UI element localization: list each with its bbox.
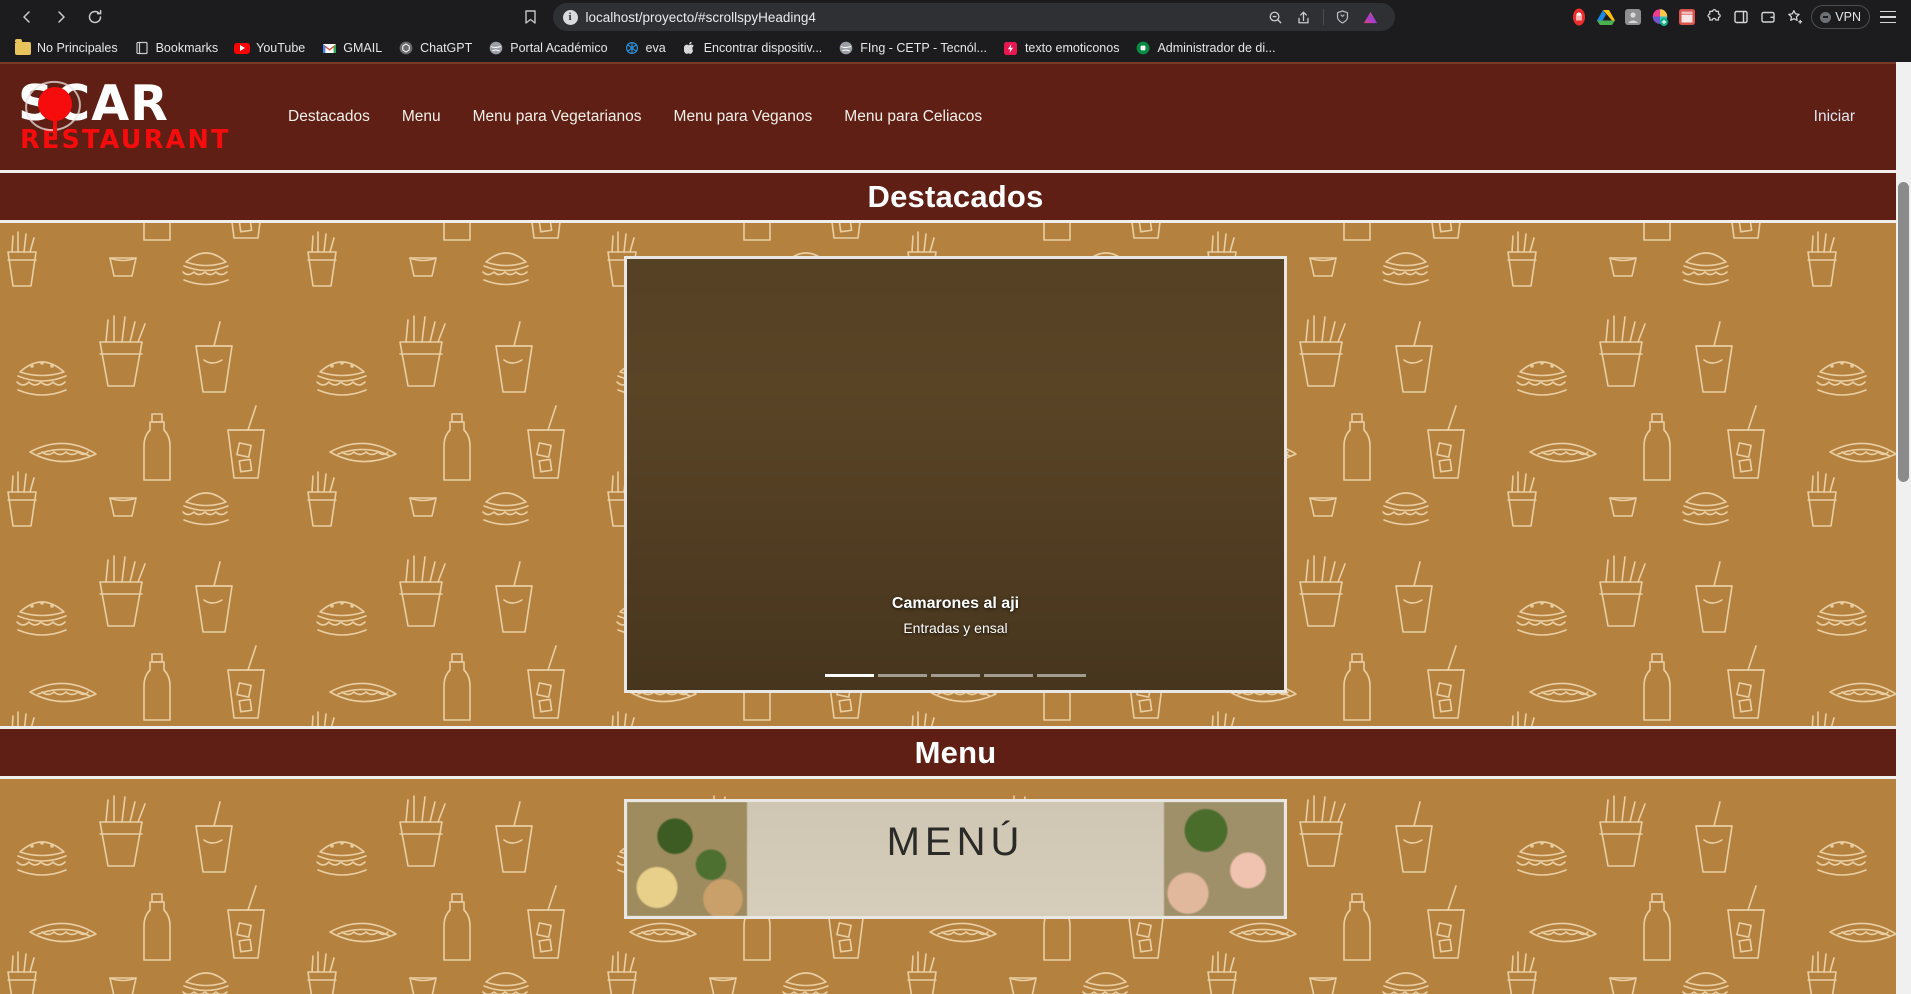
apple-icon bbox=[682, 40, 698, 56]
nav-link-menu-vegetarianos[interactable]: Menu para Vegetarianos bbox=[457, 100, 658, 134]
site-info-icon[interactable]: i bbox=[562, 9, 578, 25]
browser-extensions: VPN bbox=[1568, 4, 1903, 30]
sidebar-icon[interactable] bbox=[1730, 6, 1752, 28]
brave-shields-icon[interactable] bbox=[1331, 5, 1355, 29]
bookmark-label: No Principales bbox=[37, 41, 118, 55]
logo-text-restaurant: RESTAURANT bbox=[20, 124, 231, 155]
scrollbar-thumb[interactable] bbox=[1898, 182, 1909, 482]
bookmark-item-fing-cetp[interactable]: FIng - CETP - Tecnól... bbox=[831, 37, 994, 59]
share-icon[interactable] bbox=[1292, 5, 1316, 29]
bookmarks-bar: No Principales Bookmarks YouTube GMAIL C… bbox=[0, 34, 1911, 62]
bookmark-item-texto-emoticonos[interactable]: texto emoticonos bbox=[996, 37, 1127, 59]
bookmark-item-gmail[interactable]: GMAIL bbox=[314, 37, 389, 59]
zoom-out-icon[interactable] bbox=[1264, 5, 1288, 29]
globe-icon bbox=[838, 40, 854, 56]
divider bbox=[1322, 9, 1324, 25]
address-bar[interactable]: i localhost/proyecto/#scrollspyHeading4 bbox=[552, 3, 1395, 31]
page-scrollbar[interactable] bbox=[1896, 62, 1911, 994]
favorites-icon[interactable] bbox=[1784, 6, 1806, 28]
browser-toolbar: i localhost/proyecto/#scrollspyHeading4 bbox=[0, 0, 1911, 34]
url-text: localhost/proyecto/#scrollspyHeading4 bbox=[585, 9, 816, 25]
bookmark-label: GMAIL bbox=[343, 41, 383, 55]
chrome-store-icon[interactable] bbox=[1676, 6, 1698, 28]
bookmark-label: Encontrar dispositiv... bbox=[703, 41, 823, 55]
chatgpt-icon bbox=[398, 40, 414, 56]
bookmark-label: YouTube bbox=[256, 41, 306, 55]
device-manager-icon bbox=[1135, 40, 1151, 56]
bookmark-item-encontrar-dispositivo[interactable]: Encontrar dispositiv... bbox=[675, 37, 830, 59]
bookmark-item-portal-academico[interactable]: Portal Académico bbox=[481, 37, 614, 59]
carousel-slide-subtitle: Entradas y ensal bbox=[903, 620, 1008, 636]
gmail-icon bbox=[321, 40, 337, 56]
address-bar-container: i localhost/proyecto/#scrollspyHeading4 bbox=[517, 3, 1395, 31]
nav-link-menu[interactable]: Menu bbox=[386, 100, 457, 134]
bookmark-label: Portal Académico bbox=[510, 41, 608, 55]
featured-carousel[interactable]: Camarones al aji Entradas y ensal bbox=[624, 256, 1287, 693]
wallet-icon[interactable] bbox=[1757, 6, 1779, 28]
puzzle-extension-icon[interactable] bbox=[1703, 6, 1725, 28]
bookmark-label: Bookmarks bbox=[155, 41, 219, 55]
bookmark-item-administrador-dispositivos[interactable]: Administrador de di... bbox=[1128, 37, 1282, 59]
bookmark-item-no-principales[interactable]: No Principales bbox=[8, 37, 125, 59]
google-drive-icon[interactable] bbox=[1595, 6, 1617, 28]
section-heading-menu: Menu bbox=[0, 726, 1911, 779]
book-icon bbox=[134, 40, 150, 56]
eva-icon bbox=[624, 40, 640, 56]
back-icon[interactable] bbox=[12, 3, 42, 31]
color-picker-icon[interactable] bbox=[1649, 6, 1671, 28]
carousel-indicators bbox=[627, 674, 1284, 677]
omnibox-actions bbox=[1264, 5, 1385, 29]
forward-icon[interactable] bbox=[46, 3, 76, 31]
carousel-indicator-1[interactable] bbox=[825, 674, 874, 677]
folder-icon bbox=[15, 38, 31, 56]
site-logo[interactable]: SCAR RESTAURANT bbox=[14, 71, 248, 163]
vpn-button[interactable]: VPN bbox=[1811, 5, 1870, 29]
page-background: SCAR RESTAURANT Destacados Menu Menu par… bbox=[0, 62, 1911, 994]
bookmark-item-bookmarks[interactable]: Bookmarks bbox=[127, 37, 226, 59]
carousel-indicator-4[interactable] bbox=[984, 674, 1033, 677]
bookmark-label: Administrador de di... bbox=[1157, 41, 1276, 55]
menu-image-card[interactable]: MENÚ bbox=[624, 799, 1287, 919]
vpn-toggle-icon bbox=[1820, 11, 1832, 23]
site-nav-links: Destacados Menu Menu para Vegetarianos M… bbox=[272, 100, 998, 134]
bookmark-icon[interactable] bbox=[517, 4, 545, 30]
brave-rewards-icon[interactable] bbox=[1568, 6, 1590, 28]
carousel-section: Camarones al aji Entradas y ensal bbox=[0, 223, 1911, 726]
globe-icon bbox=[488, 40, 504, 56]
brave-leo-icon[interactable] bbox=[1359, 5, 1383, 29]
carousel-indicator-3[interactable] bbox=[931, 674, 980, 677]
login-link[interactable]: Iniciar bbox=[1798, 100, 1871, 133]
nav-link-menu-veganos[interactable]: Menu para Veganos bbox=[658, 100, 829, 134]
youtube-icon bbox=[234, 40, 251, 56]
navigation-buttons bbox=[12, 3, 110, 31]
site-nav-right: Iniciar bbox=[1798, 108, 1911, 126]
carousel-slide-title: Camarones al aji bbox=[891, 595, 1020, 612]
carousel-indicator-5[interactable] bbox=[1037, 674, 1086, 677]
menu-section: MENÚ bbox=[0, 779, 1911, 919]
logo-stem-icon bbox=[53, 115, 57, 139]
nav-link-menu-celiacos[interactable]: Menu para Celiacos bbox=[828, 100, 998, 134]
bookmark-item-chatgpt[interactable]: ChatGPT bbox=[391, 37, 479, 59]
bookmark-label: ChatGPT bbox=[420, 41, 473, 55]
lightning-icon bbox=[1003, 40, 1019, 56]
nav-link-destacados[interactable]: Destacados bbox=[272, 100, 386, 134]
page-viewport: SCAR RESTAURANT Destacados Menu Menu par… bbox=[0, 62, 1911, 994]
carousel-indicator-2[interactable] bbox=[878, 674, 927, 677]
carousel-caption: Camarones al aji Entradas y ensal bbox=[627, 595, 1284, 636]
bookmark-label: FIng - CETP - Tecnól... bbox=[860, 41, 987, 55]
hamburger-menu-icon[interactable] bbox=[1875, 4, 1901, 30]
reload-icon[interactable] bbox=[80, 3, 110, 31]
section-heading-destacados: Destacados bbox=[0, 170, 1911, 223]
bookmark-label: texto emoticonos bbox=[1024, 41, 1120, 55]
site-navbar: SCAR RESTAURANT Destacados Menu Menu par… bbox=[0, 62, 1911, 170]
bookmark-item-eva[interactable]: eva bbox=[617, 37, 673, 59]
bookmark-label: eva bbox=[645, 41, 666, 55]
greyed-extension-icon[interactable] bbox=[1622, 6, 1644, 28]
bookmark-item-youtube[interactable]: YouTube bbox=[227, 37, 312, 59]
vpn-label: VPN bbox=[1835, 10, 1861, 24]
menu-image-text: MENÚ bbox=[886, 820, 1025, 864]
section-title: Destacados bbox=[867, 178, 1044, 214]
section-title: Menu bbox=[914, 734, 997, 770]
browser-chrome: i localhost/proyecto/#scrollspyHeading4 bbox=[0, 0, 1911, 62]
